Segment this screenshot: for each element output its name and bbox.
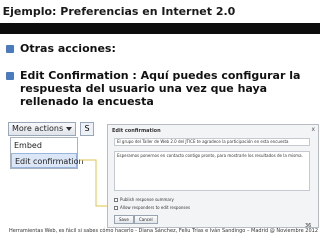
checkbox-label: Allow responders to edit responses <box>120 205 191 210</box>
actions-menu: Embed Edit confirmation <box>10 137 84 169</box>
more-actions-button[interactable]: More actions <box>8 122 76 136</box>
publish-summary-checkbox-row[interactable]: Publish response summary <box>114 197 174 202</box>
cancel-button[interactable]: Cancel <box>134 215 158 224</box>
dialog-title: Edit confirmation <box>112 128 161 134</box>
confirmation-message-textarea[interactable]: Esperamos ponernos en contacto contigo p… <box>114 151 310 191</box>
title-rule <box>0 23 320 34</box>
close-icon[interactable]: x <box>311 126 315 133</box>
more-actions-screenshot: More actions S Embed Edit confirmation <box>8 122 94 172</box>
save-button[interactable]: Save <box>114 215 134 224</box>
confirmation-title-input[interactable]: El grupo del Taller de Web 2.0 del JTICE… <box>114 138 310 146</box>
checkbox[interactable] <box>114 198 118 202</box>
checkbox[interactable] <box>114 206 118 210</box>
bullet-square-icon <box>6 72 14 80</box>
edit-confirmation-dialog: Edit confirmation x El grupo del Taller … <box>107 124 319 228</box>
chevron-down-icon <box>66 127 72 131</box>
slide-footer: Herramientas Web, es fácil si sabes cómo… <box>9 228 318 234</box>
menu-item-embed[interactable]: Embed <box>11 138 77 153</box>
side-button[interactable]: S <box>80 122 94 136</box>
slide-title: Ejemplo: Preferencias en Internet 2.0 <box>2 5 236 18</box>
slide-header: Ejemplo: Preferencias en Internet 2.0 <box>0 0 320 22</box>
page-number: 36 <box>305 223 312 229</box>
menu-item-edit-confirmation[interactable]: Edit confirmation <box>11 153 84 168</box>
more-actions-label: More actions <box>12 124 64 133</box>
bullet-edit-confirmation: Edit Confirmation : Aquí puedes configur… <box>20 69 301 108</box>
bullet-other-actions: Otras acciones: <box>20 42 116 55</box>
checkbox-label: Publish response summary <box>120 197 174 202</box>
bullet-square-icon <box>6 45 14 53</box>
allow-edit-checkbox-row[interactable]: Allow responders to edit responses <box>114 205 190 210</box>
